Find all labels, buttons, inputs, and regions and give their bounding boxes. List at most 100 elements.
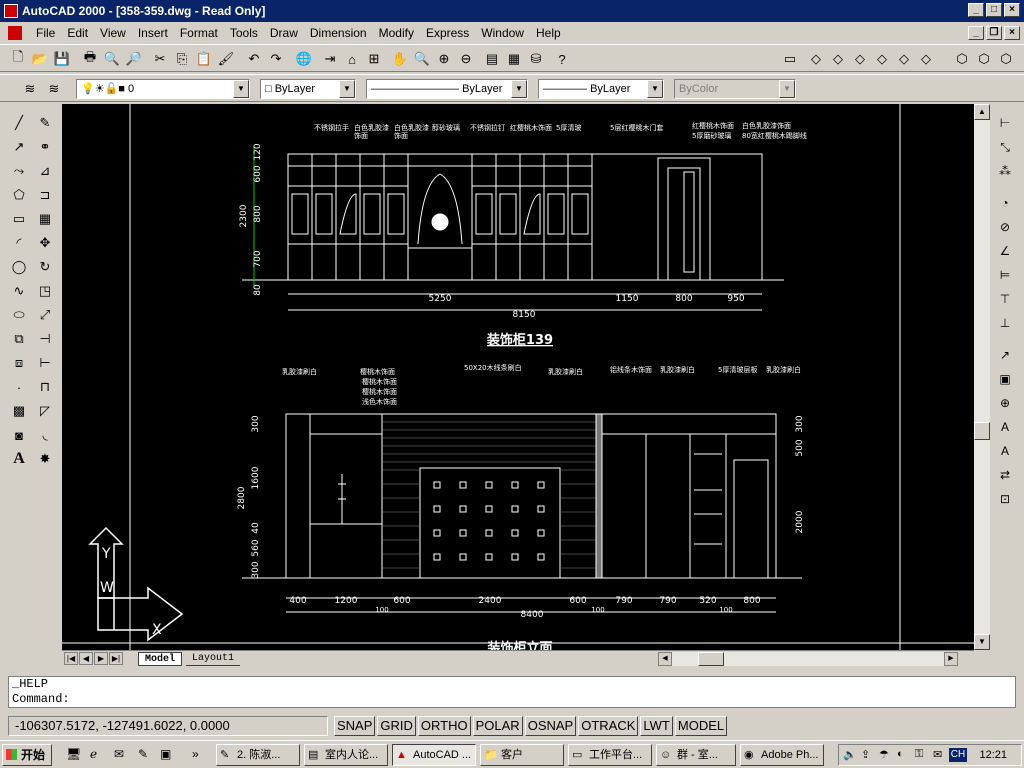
- tray-app-icon[interactable]: ☂: [879, 748, 889, 761]
- menu-insert[interactable]: Insert: [132, 26, 174, 40]
- help-icon[interactable]: ?: [552, 49, 572, 69]
- dimension-text-edit-icon[interactable]: A: [994, 440, 1016, 462]
- polyline-icon[interactable]: ⤳: [8, 160, 30, 182]
- menu-view[interactable]: View: [94, 26, 132, 40]
- color-combo[interactable]: □ ByLayer ▼: [260, 79, 356, 99]
- track-icon[interactable]: ⇥: [320, 49, 340, 69]
- ie-icon[interactable]: ℯ: [90, 747, 106, 763]
- point-icon[interactable]: ·: [8, 376, 30, 398]
- quick-dimension-icon[interactable]: ⊨: [994, 264, 1016, 286]
- more-quicklaunch-icon[interactable]: »: [192, 747, 208, 763]
- design-center-icon[interactable]: ▦: [504, 49, 524, 69]
- copy-object-icon[interactable]: ⚭: [34, 136, 56, 158]
- ordinate-dimension-icon[interactable]: ⁂: [994, 160, 1016, 182]
- zoom-previous-icon[interactable]: ⊖: [456, 49, 476, 69]
- lwt-toggle[interactable]: LWT: [640, 716, 673, 736]
- polar-toggle[interactable]: POLAR: [472, 716, 523, 736]
- vertical-scrollbar[interactable]: ▲ ▼: [974, 104, 990, 650]
- scroll-up-icon[interactable]: ▲: [974, 104, 990, 120]
- ucs-icon[interactable]: ⌂: [342, 49, 362, 69]
- network-icon[interactable]: ⚿: [915, 748, 923, 761]
- multiline-text-icon[interactable]: A: [8, 448, 30, 470]
- aligned-dimension-icon[interactable]: ⤡: [994, 136, 1016, 158]
- horizontal-scrollbar[interactable]: ◀ ▶: [658, 652, 958, 666]
- quicklaunch-app-icon[interactable]: ✎: [138, 747, 154, 763]
- close-button[interactable]: ×: [1004, 3, 1020, 17]
- volume-icon[interactable]: 🔈: [843, 748, 857, 761]
- chevron-down-icon[interactable]: ▼: [511, 80, 527, 98]
- chamfer-icon[interactable]: ◸: [34, 400, 56, 422]
- undo-icon[interactable]: ↶: [244, 49, 264, 69]
- task-button[interactable]: ☺ 群 - 室...: [656, 744, 736, 766]
- pan-icon[interactable]: ✋: [390, 49, 410, 69]
- circle-icon[interactable]: ◯: [8, 256, 30, 278]
- trim-icon[interactable]: ⊣: [34, 328, 56, 350]
- osnap-toggle[interactable]: OSNAP: [524, 716, 577, 736]
- region-icon[interactable]: ◙: [8, 424, 30, 446]
- tray-app-icon[interactable]: ⇪: [861, 748, 870, 761]
- dimension-edit-icon[interactable]: A: [994, 416, 1016, 438]
- dbconnect-icon[interactable]: ⛁: [526, 49, 546, 69]
- menu-format[interactable]: Format: [174, 26, 224, 40]
- task-button[interactable]: 📁 客户: [480, 744, 564, 766]
- chevron-down-icon[interactable]: ▼: [647, 80, 663, 98]
- menu-file[interactable]: File: [30, 26, 61, 40]
- task-button[interactable]: ◉ Adobe Ph...: [740, 744, 824, 766]
- prev-tab-icon[interactable]: ◀: [79, 652, 93, 665]
- angular-dimension-icon[interactable]: ∠: [994, 240, 1016, 262]
- offset-icon[interactable]: ⊐: [34, 184, 56, 206]
- dimension-update-icon[interactable]: ⇄: [994, 464, 1016, 486]
- hatch-icon[interactable]: ▩: [8, 400, 30, 422]
- se-iso-view-icon[interactable]: ⬡: [974, 49, 994, 69]
- print-icon[interactable]: 🖶: [80, 49, 100, 69]
- find-icon[interactable]: 🔎: [124, 49, 144, 69]
- autocad-app-icon[interactable]: [4, 4, 18, 18]
- bottom-view-icon[interactable]: ◇: [916, 49, 936, 69]
- paste-icon[interactable]: 📋: [194, 49, 214, 69]
- dimension-style-icon[interactable]: ⊡: [994, 488, 1016, 510]
- snap-toggle[interactable]: SNAP: [334, 716, 376, 736]
- web-browser-icon[interactable]: 🌐: [294, 49, 314, 69]
- task-button[interactable]: ✎ 2. 陈淑...: [216, 744, 300, 766]
- inquiry-icon[interactable]: ⊞: [364, 49, 384, 69]
- zoom-realtime-icon[interactable]: 🔍: [412, 49, 432, 69]
- lineweight-combo[interactable]: ———— ByLayer ▼: [538, 79, 664, 99]
- menu-edit[interactable]: Edit: [61, 26, 94, 40]
- menu-tools[interactable]: Tools: [224, 26, 264, 40]
- quick-leader-icon[interactable]: ↗: [994, 344, 1016, 366]
- otrack-toggle[interactable]: OTRACK: [578, 716, 639, 736]
- rectangle-icon[interactable]: ▭: [8, 208, 30, 230]
- named-views-icon[interactable]: ▭: [780, 49, 800, 69]
- start-button[interactable]: 开始: [2, 744, 52, 766]
- front-view-icon[interactable]: ◇: [828, 49, 848, 69]
- left-view-icon[interactable]: ◇: [872, 49, 892, 69]
- ortho-toggle[interactable]: ORTHO: [417, 716, 471, 736]
- menu-express[interactable]: Express: [420, 26, 475, 40]
- menu-draw[interactable]: Draw: [264, 26, 304, 40]
- sw-iso-view-icon[interactable]: ⬡: [952, 49, 972, 69]
- doc-restore-button[interactable]: ❐: [986, 26, 1002, 40]
- zoom-window-icon[interactable]: ⊕: [434, 49, 454, 69]
- ellipse-icon[interactable]: ⬭: [8, 304, 30, 326]
- diameter-dimension-icon[interactable]: ⊘: [994, 216, 1016, 238]
- horizontal-scroll-thumb[interactable]: [698, 652, 724, 666]
- center-mark-icon[interactable]: ⊕: [994, 392, 1016, 414]
- array-icon[interactable]: ▦: [34, 208, 56, 230]
- layers-icon[interactable]: ≋: [20, 79, 40, 99]
- window-titlebar[interactable]: AutoCAD 2000 - [358-359.dwg - Read Only]…: [0, 0, 1024, 22]
- document-icon[interactable]: [8, 26, 22, 40]
- minimize-button[interactable]: _: [968, 3, 984, 17]
- new-file-icon[interactable]: 🗋: [8, 49, 28, 69]
- line-icon[interactable]: ╱: [8, 112, 30, 134]
- copy-icon[interactable]: ⎘: [172, 49, 192, 69]
- tray-app-icon[interactable]: ◐: [897, 748, 904, 760]
- doc-close-button[interactable]: ×: [1004, 26, 1020, 40]
- redo-icon[interactable]: ↷: [266, 49, 286, 69]
- linear-dimension-icon[interactable]: ⊢: [994, 112, 1016, 134]
- right-view-icon[interactable]: ◇: [850, 49, 870, 69]
- scroll-left-icon[interactable]: ◀: [658, 652, 672, 666]
- task-button-autocad[interactable]: ▲ AutoCAD ...: [392, 744, 476, 766]
- erase-icon[interactable]: ✎: [34, 112, 56, 134]
- save-icon[interactable]: 💾: [52, 49, 72, 69]
- tab-layout1[interactable]: Layout1: [186, 652, 241, 666]
